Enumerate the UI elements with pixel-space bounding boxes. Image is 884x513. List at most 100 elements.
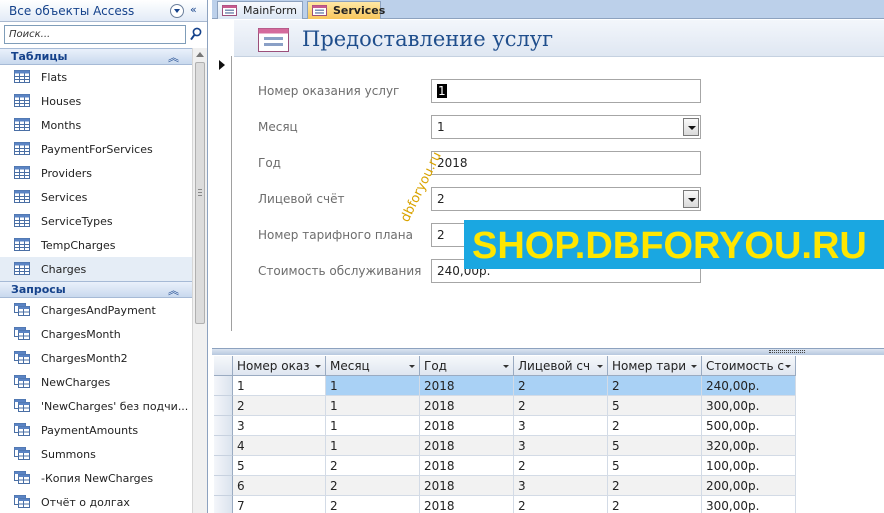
search-icon[interactable] <box>190 27 202 41</box>
nav-item[interactable]: PaymentAmounts <box>0 418 192 442</box>
table-cell[interactable]: 2 <box>608 476 702 496</box>
table-cell[interactable]: 1 <box>326 376 420 396</box>
table-cell[interactable]: 3 <box>514 476 608 496</box>
text-field[interactable]: 1 <box>431 79 701 103</box>
table-cell[interactable]: 2 <box>326 496 420 513</box>
text-field[interactable]: 2018 <box>431 151 701 175</box>
tab-mainform[interactable]: MainForm <box>217 1 303 19</box>
row-selector[interactable] <box>214 436 233 456</box>
nav-item[interactable]: NewCharges <box>0 370 192 394</box>
nav-item[interactable]: ChargesMonth2 <box>0 346 192 370</box>
table-cell[interactable]: 300,00р. <box>702 396 796 416</box>
split-form-divider[interactable] <box>212 348 884 355</box>
row-selector[interactable] <box>214 376 233 396</box>
nav-item[interactable]: 'NewCharges' без подчи... <box>0 394 192 418</box>
column-header[interactable]: Номер оказ <box>233 356 326 376</box>
nav-item[interactable]: -Копия NewCharges <box>0 466 192 490</box>
search-input[interactable] <box>4 25 186 44</box>
table-cell[interactable]: 2018 <box>420 396 514 416</box>
nav-item[interactable]: Months <box>0 113 192 137</box>
column-header[interactable]: Месяц <box>326 356 420 376</box>
row-selector[interactable] <box>214 416 233 436</box>
nav-collapse-icon[interactable]: « <box>190 3 197 16</box>
table-cell[interactable]: 2018 <box>420 416 514 436</box>
table-cell[interactable]: 200,00р. <box>702 476 796 496</box>
table-cell[interactable]: 2018 <box>420 436 514 456</box>
nav-item[interactable]: TempCharges <box>0 233 192 257</box>
table-cell[interactable]: 3 <box>514 436 608 456</box>
table-cell[interactable]: 300,00р. <box>702 496 796 513</box>
scroll-up-arrow-icon[interactable] <box>196 52 204 57</box>
table-cell[interactable]: 5 <box>608 396 702 416</box>
table-cell[interactable]: 2018 <box>420 376 514 396</box>
table-cell[interactable]: 2 <box>326 456 420 476</box>
nav-scrollbar[interactable] <box>192 48 207 513</box>
select-all-corner[interactable] <box>214 356 233 376</box>
nav-item[interactable]: Summons <box>0 442 192 466</box>
splitter-grip-icon[interactable] <box>769 350 805 353</box>
nav-item[interactable]: ChargesMonth <box>0 322 192 346</box>
column-header[interactable]: Лицевой сч <box>514 356 608 376</box>
table-cell[interactable]: 2 <box>514 496 608 513</box>
table-cell[interactable]: 2 <box>514 456 608 476</box>
combo-field[interactable]: 2 <box>431 187 701 211</box>
table-cell[interactable]: 5 <box>608 456 702 476</box>
nav-item[interactable]: Flats <box>0 65 192 89</box>
table-cell[interactable]: 2 <box>608 376 702 396</box>
table-cell[interactable]: 240,00р. <box>702 376 796 396</box>
nav-item[interactable]: Charges <box>0 257 192 281</box>
column-menu-arrow-icon[interactable] <box>409 365 415 368</box>
nav-item[interactable]: Services <box>0 185 192 209</box>
nav-item[interactable]: PaymentForServices <box>0 137 192 161</box>
record-selector[interactable] <box>214 56 232 331</box>
column-menu-arrow-icon[interactable] <box>785 365 791 368</box>
table-cell[interactable]: 1 <box>326 396 420 416</box>
collapse-group-icon[interactable]: ︽ <box>168 49 179 65</box>
column-menu-arrow-icon[interactable] <box>315 365 321 368</box>
column-header[interactable]: Стоимость с <box>702 356 796 376</box>
column-menu-arrow-icon[interactable] <box>691 365 697 368</box>
column-menu-arrow-icon[interactable] <box>503 365 509 368</box>
nav-header[interactable]: Все объекты Access « <box>0 0 207 22</box>
table-cell[interactable]: 320,00р. <box>702 436 796 456</box>
nav-group-header[interactable]: Таблицы ︽ <box>0 48 192 65</box>
nav-item[interactable]: ChargesAndPayment <box>0 298 192 322</box>
column-header[interactable]: Номер тари <box>608 356 702 376</box>
tab-services[interactable]: Services <box>307 1 385 19</box>
table-cell[interactable]: 6 <box>233 476 326 496</box>
nav-group-header[interactable]: Запросы ︽ <box>0 281 192 298</box>
table-cell[interactable]: 3 <box>514 416 608 436</box>
table-cell[interactable]: 1 <box>326 416 420 436</box>
column-menu-arrow-icon[interactable] <box>597 365 603 368</box>
table-cell[interactable]: 5 <box>233 456 326 476</box>
row-selector[interactable] <box>214 476 233 496</box>
row-selector[interactable] <box>214 396 233 416</box>
nav-menu-chevron-icon[interactable] <box>170 4 184 18</box>
dropdown-arrow-icon[interactable] <box>683 118 699 136</box>
table-cell[interactable]: 2 <box>608 416 702 436</box>
table-cell[interactable]: 2 <box>326 476 420 496</box>
row-selector[interactable] <box>214 456 233 476</box>
table-cell[interactable]: 2 <box>233 396 326 416</box>
table-cell[interactable]: 5 <box>608 436 702 456</box>
table-cell[interactable]: 500,00р. <box>702 416 796 436</box>
collapse-group-icon[interactable]: ︽ <box>168 282 179 298</box>
table-cell[interactable]: 2 <box>514 396 608 416</box>
table-cell[interactable]: 2 <box>608 496 702 513</box>
table-cell[interactable]: 1 <box>233 376 326 396</box>
table-cell[interactable]: 2018 <box>420 476 514 496</box>
scrollbar-thumb[interactable] <box>195 62 205 324</box>
column-header[interactable]: Год <box>420 356 514 376</box>
table-cell[interactable]: 2018 <box>420 496 514 513</box>
dropdown-arrow-icon[interactable] <box>683 190 699 208</box>
table-cell[interactable]: 4 <box>233 436 326 456</box>
nav-item[interactable]: Houses <box>0 89 192 113</box>
nav-item[interactable]: Providers <box>0 161 192 185</box>
table-cell[interactable]: 100,00р. <box>702 456 796 476</box>
combo-field[interactable]: 1 <box>431 115 701 139</box>
table-cell[interactable]: 2018 <box>420 456 514 476</box>
row-selector[interactable] <box>214 496 233 513</box>
table-cell[interactable]: 3 <box>233 416 326 436</box>
table-cell[interactable]: 1 <box>326 436 420 456</box>
table-cell[interactable]: 2 <box>514 376 608 396</box>
